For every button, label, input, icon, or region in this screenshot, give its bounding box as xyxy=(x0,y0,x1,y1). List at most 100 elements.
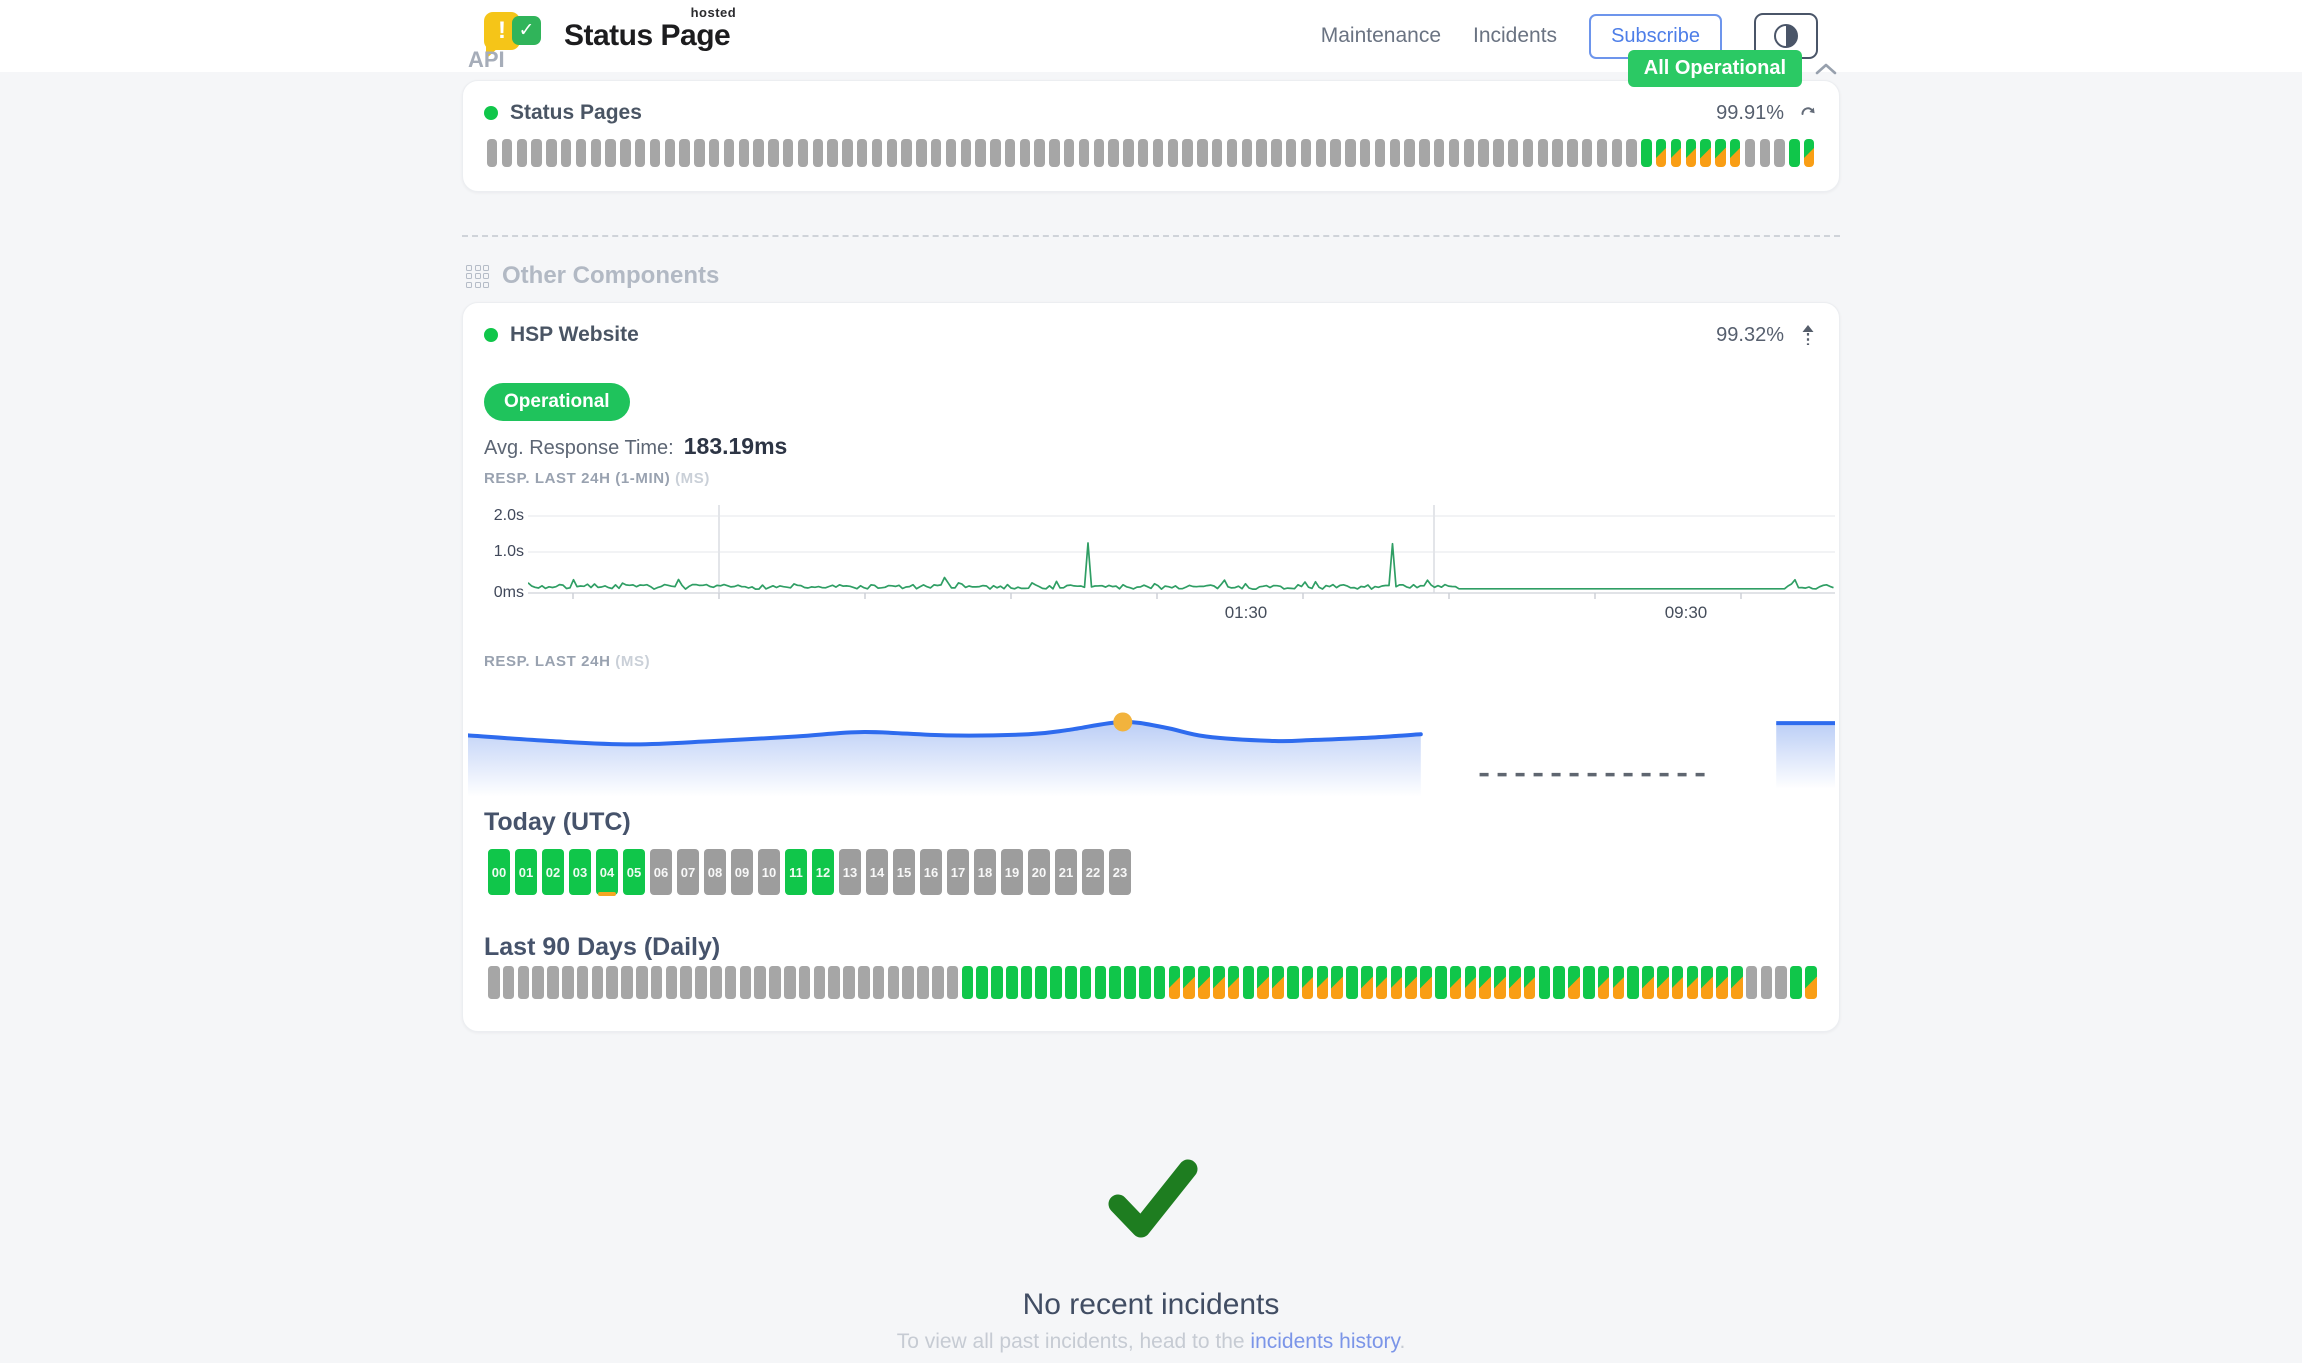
hour-cell: 11 xyxy=(785,849,807,895)
hour-cell: 17 xyxy=(947,849,969,895)
day-tick xyxy=(1583,966,1595,999)
response-line-chart xyxy=(528,499,1835,599)
day-tick xyxy=(1613,966,1625,999)
uptime-tick xyxy=(1626,139,1636,167)
day-tick xyxy=(1154,966,1166,999)
uptime-percent: 99.91% xyxy=(1716,102,1784,125)
hour-cell: 04 xyxy=(596,849,618,895)
uptime-tick xyxy=(1774,139,1784,167)
day-tick xyxy=(740,966,752,999)
nav-maintenance[interactable]: Maintenance xyxy=(1321,24,1441,48)
day-tick xyxy=(725,966,737,999)
day-tick xyxy=(1095,966,1107,999)
day-tick xyxy=(680,966,692,999)
uptime-tick xyxy=(1182,139,1192,167)
uptime-tick xyxy=(1256,139,1266,167)
hour-cell: 10 xyxy=(758,849,780,895)
brand-superscript: hosted xyxy=(691,5,737,20)
component-name: Status Pages xyxy=(510,101,642,125)
status-dot xyxy=(484,106,498,120)
nav-incidents[interactable]: Incidents xyxy=(1473,24,1557,48)
uptime-tick xyxy=(487,139,497,167)
response-area-chart xyxy=(468,685,1835,797)
hour-cell: 23 xyxy=(1109,849,1131,895)
operational-badge: Operational xyxy=(484,383,630,421)
avg-response-label: Avg. Response Time: xyxy=(484,437,674,460)
day-tick xyxy=(1243,966,1255,999)
uptime-tick xyxy=(1508,139,1518,167)
uptime-tick xyxy=(1390,139,1400,167)
day-tick xyxy=(1731,966,1743,999)
check-square-icon: ✓ xyxy=(512,16,541,45)
day-tick xyxy=(606,966,618,999)
uptime-tick xyxy=(1079,139,1089,167)
hour-cell: 21 xyxy=(1055,849,1077,895)
section-divider xyxy=(462,235,1840,237)
day-tick xyxy=(888,966,900,999)
all-operational-badge: All Operational xyxy=(1628,50,1802,87)
day-tick xyxy=(1509,966,1521,999)
hour-cell: 16 xyxy=(920,849,942,895)
other-components-heading: Other Components xyxy=(466,262,719,290)
uptime-tick xyxy=(1168,139,1178,167)
uptime-tick xyxy=(1094,139,1104,167)
day-tick xyxy=(666,966,678,999)
day-tick xyxy=(1746,966,1758,999)
hour-cell: 03 xyxy=(569,849,591,895)
no-recent-incidents-title: No recent incidents xyxy=(462,1288,1840,1322)
uptime-tick xyxy=(1597,139,1607,167)
uptime-tick xyxy=(665,139,675,167)
uptime-tick xyxy=(827,139,837,167)
day-tick xyxy=(1553,966,1565,999)
component-card-status-pages: Status Pages 99.91% xyxy=(462,80,1840,192)
resp-1min-chart: 2.0s 1.0s 0ms 01:30 09:30 xyxy=(484,499,1835,635)
component-name: HSP Website xyxy=(510,323,639,347)
day-tick xyxy=(1405,966,1417,999)
day-tick xyxy=(1568,966,1580,999)
uptime-tick xyxy=(650,139,660,167)
uptime-tick xyxy=(635,139,645,167)
incidents-history-link[interactable]: incidents history xyxy=(1250,1330,1399,1353)
day-tick xyxy=(1805,966,1817,999)
chevron-up-icon[interactable] xyxy=(1814,61,1838,77)
incidents-subtitle: To view all past incidents, head to the … xyxy=(462,1330,1840,1354)
uptime-tick xyxy=(1493,139,1503,167)
uptime-tick xyxy=(857,139,867,167)
hour-cell: 07 xyxy=(677,849,699,895)
day-tick xyxy=(1169,966,1181,999)
resp-1min-chart-label: RESP. LAST 24H (1-MIN) (MS) xyxy=(484,470,710,487)
resp-24h-chart-label: RESP. LAST 24H (MS) xyxy=(484,653,650,670)
uptime-tick xyxy=(798,139,808,167)
day-tick xyxy=(1080,966,1092,999)
day-tick xyxy=(873,966,885,999)
uptime-tick xyxy=(1286,139,1296,167)
uptime-tick xyxy=(1656,139,1666,167)
day-tick xyxy=(1317,966,1329,999)
hour-cell: 09 xyxy=(731,849,753,895)
day-tick xyxy=(769,966,781,999)
uptime-tick xyxy=(1686,139,1696,167)
day-tick xyxy=(488,966,500,999)
day-tick xyxy=(1109,966,1121,999)
brand-logo[interactable]: ! ✓ Status Page hosted xyxy=(484,10,730,62)
refresh-icon[interactable] xyxy=(1798,103,1818,123)
uptime-tick xyxy=(1242,139,1252,167)
uptime-tick xyxy=(783,139,793,167)
uptime-tick xyxy=(1641,139,1651,167)
uptime-tick xyxy=(1567,139,1577,167)
uptime-tick xyxy=(1227,139,1237,167)
uptime-tick xyxy=(1464,139,1474,167)
uptime-tick xyxy=(1745,139,1755,167)
hour-cell: 06 xyxy=(650,849,672,895)
hour-cell: 01 xyxy=(515,849,537,895)
day-tick xyxy=(917,966,929,999)
day-tick xyxy=(1065,966,1077,999)
day-tick xyxy=(1479,966,1491,999)
uptime-tick xyxy=(694,139,704,167)
day-tick xyxy=(1539,966,1551,999)
hour-cell: 02 xyxy=(542,849,564,895)
uptime-tick xyxy=(1804,139,1814,167)
uptime-tick xyxy=(1671,139,1681,167)
day-tick xyxy=(1627,966,1639,999)
uptime-tick xyxy=(591,139,601,167)
